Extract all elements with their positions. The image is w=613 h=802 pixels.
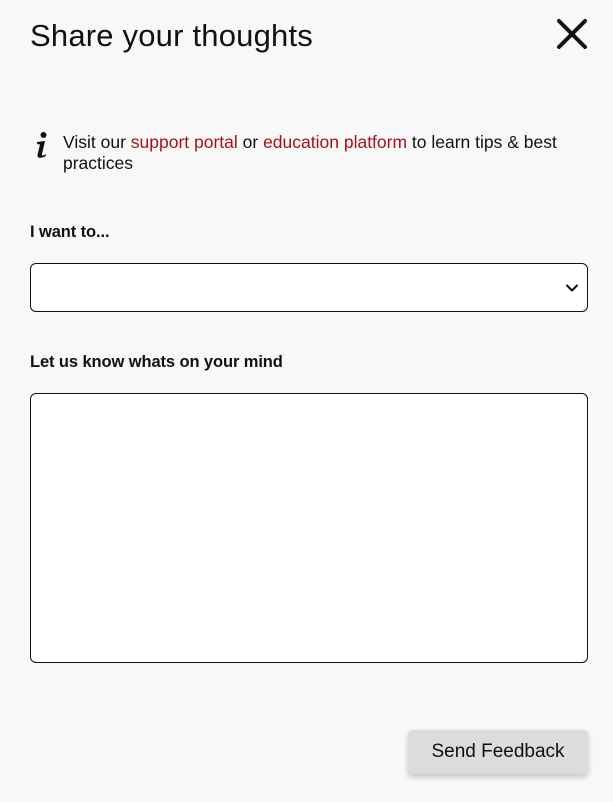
info-prefix: Visit our [63,132,131,152]
feedback-textarea[interactable] [30,393,588,663]
send-feedback-button[interactable]: Send Feedback [408,730,588,774]
chevron-down-icon [566,284,578,292]
education-platform-link[interactable]: education platform [263,132,407,152]
close-icon [557,19,587,49]
info-message: Visit our support portal or education pl… [63,132,588,174]
close-button[interactable] [553,15,591,53]
dialog-title: Share your thoughts [30,18,313,53]
want-select[interactable] [30,263,588,312]
mind-label: Let us know whats on your mind [30,353,283,371]
feedback-dialog: Share your thoughts Visit our support po… [0,0,613,802]
info-icon [34,130,50,160]
info-middle: or [237,132,264,152]
support-portal-link[interactable]: support portal [131,132,238,152]
want-label: I want to... [30,223,110,241]
